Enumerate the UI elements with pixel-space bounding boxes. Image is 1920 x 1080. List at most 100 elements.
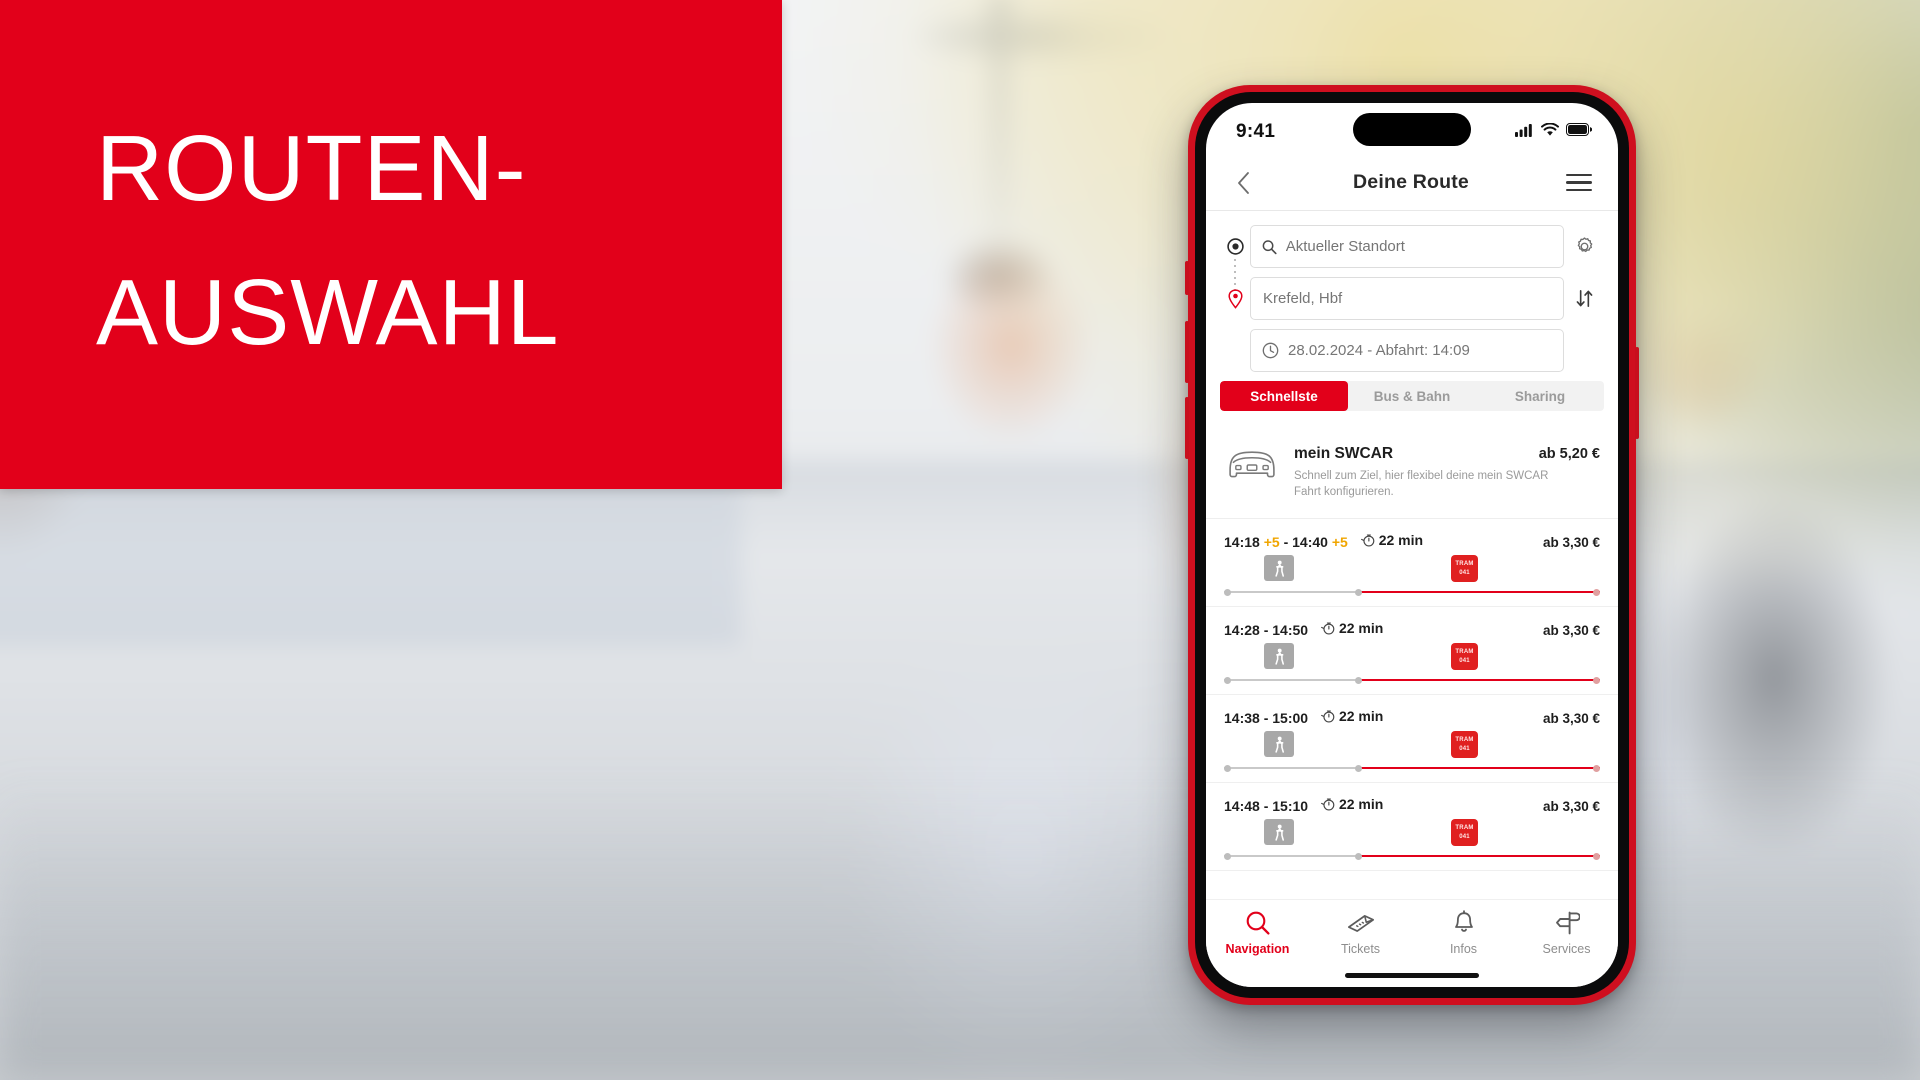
tab-sharing[interactable]: Sharing — [1476, 381, 1604, 411]
route-timeline-bar — [1224, 851, 1600, 861]
route-depart-time: 14:38 — [1224, 710, 1260, 727]
status-bar: 9:41 — [1206, 103, 1618, 155]
bottom-nav-infos-label: Infos — [1449, 942, 1478, 956]
route-summary: 14:48 - 15:10 22 min ab 3,30 € — [1224, 796, 1600, 814]
table-row[interactable]: 14:28 - 14:50 22 min ab 3,30 € TRAM 041 — [1206, 607, 1618, 696]
timeline-end-dot — [1593, 852, 1600, 860]
route-time-separator: - — [1263, 798, 1269, 815]
home-indicator[interactable] — [1345, 973, 1479, 978]
origin-input[interactable] — [1250, 225, 1564, 268]
route-price: ab 3,30 € — [1542, 535, 1600, 551]
bottom-nav-infos[interactable]: Infos — [1419, 910, 1509, 956]
timeline-walk-segment — [1224, 855, 1358, 858]
swap-locations-button[interactable] — [1564, 287, 1604, 310]
timeline-start-dot — [1224, 588, 1231, 596]
ticket-icon — [1347, 915, 1374, 932]
phone-volume-down-button[interactable] — [1185, 397, 1189, 459]
stopwatch-icon — [1321, 622, 1335, 635]
route-price: ab 3,30 € — [1542, 711, 1600, 727]
headline-text: ROUTEN- AUSWAHL — [96, 96, 559, 384]
route-duration-group: 22 min — [1321, 620, 1383, 636]
datetime-input[interactable]: 28.02.2024 - Abfahrt: 14:09 — [1250, 329, 1564, 372]
chevron-left-icon — [1237, 171, 1249, 194]
table-row[interactable]: 14:38 - 15:00 22 min ab 3,30 € TRAM 041 — [1206, 695, 1618, 784]
search-icon — [1262, 239, 1277, 254]
route-duration-group: 22 min — [1321, 796, 1383, 812]
datetime-value: 28.02.2024 - Abfahrt: 14:09 — [1288, 342, 1470, 359]
destination-marker — [1220, 277, 1250, 320]
route-summary: 14:18 +5 - 14:40 +5 22 min ab 3,30 € — [1224, 532, 1600, 550]
bottom-nav-tickets[interactable]: Tickets — [1316, 910, 1406, 956]
swcar-header-row: mein SWCAR ab 5,20 € — [1294, 445, 1600, 463]
bottom-nav-navigation[interactable]: Navigation — [1213, 910, 1303, 956]
tram-leg-chip: TRAM 041 — [1451, 555, 1478, 583]
stopwatch-icon — [1321, 798, 1335, 811]
tram-leg-chip: TRAM 041 — [1451, 731, 1478, 759]
route-duration-group: 22 min — [1360, 532, 1423, 548]
timeline-start-dot — [1224, 852, 1231, 860]
status-indicators — [1515, 122, 1593, 142]
headline-line-2: AUSWAHL — [96, 260, 560, 365]
timeline-end-dot — [1593, 764, 1600, 772]
hamburger-menu-icon — [1566, 173, 1592, 192]
route-timeline-bar — [1224, 763, 1600, 773]
tram-mode-label: TRAM — [1455, 824, 1474, 831]
battery-full-icon — [1566, 123, 1593, 141]
phone-power-button[interactable] — [1635, 347, 1639, 439]
route-price: ab 3,30 € — [1542, 623, 1600, 639]
tab-bus-bahn[interactable]: Bus & Bahn — [1348, 381, 1476, 411]
tab-schnellste[interactable]: Schnellste — [1220, 381, 1348, 411]
route-times: 14:28 - 14:50 22 min — [1224, 620, 1383, 638]
tram-leg-chip: TRAM 041 — [1451, 643, 1478, 671]
pedestrian-icon — [1274, 648, 1284, 665]
table-row[interactable]: 14:48 - 15:10 22 min ab 3,30 € TRAM 041 — [1206, 783, 1618, 872]
tram-line-label: 041 — [1459, 569, 1470, 576]
table-row[interactable]: 14:18 +5 - 14:40 +5 22 min ab 3,30 € TRA… — [1206, 519, 1618, 608]
route-summary: 14:28 - 14:50 22 min ab 3,30 € — [1224, 620, 1600, 638]
route-times: 14:48 - 15:10 22 min — [1224, 796, 1383, 814]
timeline-walk-segment — [1224, 767, 1358, 770]
bottom-tab-bar: Navigation Tickets Infos Services — [1206, 899, 1618, 987]
dynamic-island — [1353, 113, 1471, 146]
clock-icon — [1262, 342, 1279, 359]
route-depart-delay: +5 — [1263, 534, 1280, 551]
screenshot-stage: ROUTEN- AUSWAHL 9:41 Deine Route Aktuell… — [0, 0, 1920, 1080]
swap-vertical-icon — [1576, 290, 1592, 307]
menu-button[interactable] — [1562, 166, 1596, 200]
app-title-bar: Deine Route — [1206, 155, 1618, 211]
destination-input[interactable]: Krefeld, Hbf — [1250, 277, 1564, 320]
origin-text-field[interactable] — [1285, 238, 1551, 255]
route-duration: 22 min — [1338, 620, 1384, 637]
route-depart-time: 14:28 — [1224, 622, 1260, 639]
bell-icon — [1454, 910, 1473, 932]
route-filter-tabs: Schnellste Bus & Bahn Sharing — [1220, 381, 1604, 411]
route-legs: TRAM 041 — [1224, 731, 1600, 761]
tram-leg-chip: TRAM 041 — [1451, 819, 1478, 847]
back-button[interactable] — [1226, 166, 1260, 200]
timeline-ride-segment — [1358, 679, 1600, 682]
route-time-separator: - — [1263, 710, 1269, 727]
timeline-walk-segment — [1224, 591, 1358, 594]
phone-bezel: 9:41 Deine Route Aktueller Standort Kref… — [1195, 92, 1629, 998]
tram-mode-label: TRAM — [1455, 736, 1474, 743]
timeline-transfer-dot — [1355, 764, 1362, 772]
swcar-text-block: mein SWCAR ab 5,20 € Schnell zum Ziel, h… — [1294, 445, 1600, 500]
route-legs: TRAM 041 — [1224, 819, 1600, 849]
route-depart-time: 14:18 — [1224, 534, 1260, 551]
phone-volume-up-button[interactable] — [1185, 321, 1189, 383]
headline-panel: ROUTEN- AUSWAHL — [0, 0, 782, 489]
walk-leg-chip — [1264, 731, 1294, 758]
phone-silent-switch[interactable] — [1185, 261, 1189, 295]
route-time-separator: - — [1263, 622, 1269, 639]
route-settings-button[interactable] — [1564, 235, 1604, 258]
pedestrian-icon — [1274, 736, 1284, 753]
bottom-nav-services[interactable]: Services — [1522, 910, 1612, 956]
tram-line-label: 041 — [1459, 833, 1470, 840]
route-duration-group: 22 min — [1321, 708, 1383, 724]
route-legs: TRAM 041 — [1224, 555, 1600, 585]
swcar-promo-card[interactable]: mein SWCAR ab 5,20 € Schnell zum Ziel, h… — [1206, 421, 1618, 520]
bottom-nav-tickets-label: Tickets — [1340, 942, 1381, 956]
route-arrive-time: 14:50 — [1272, 622, 1309, 639]
signal-bars-icon — [1515, 123, 1534, 142]
timeline-end-dot — [1593, 588, 1600, 596]
